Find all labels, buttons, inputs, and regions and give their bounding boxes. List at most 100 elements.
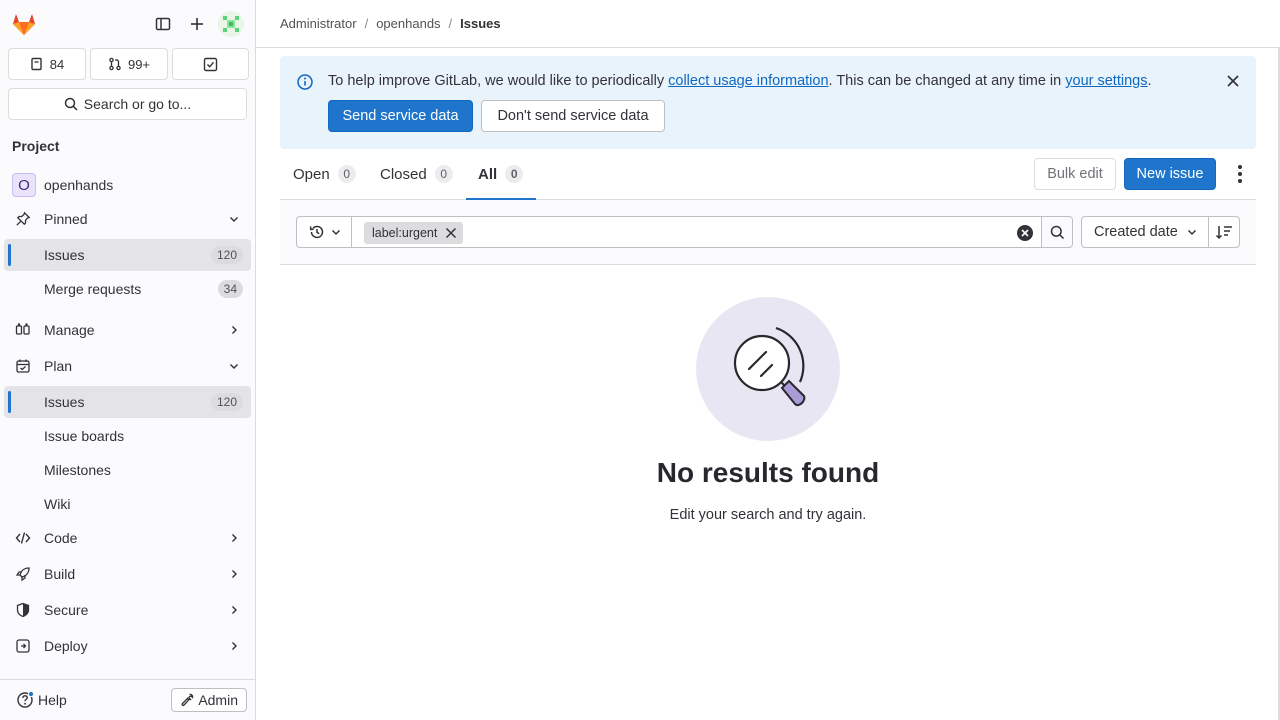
assigned-issues-counter[interactable]: 84 — [8, 48, 86, 80]
sidebar-section-build[interactable]: Build — [4, 558, 251, 590]
sidebar-item-plan-issues[interactable]: Issues 120 — [4, 386, 251, 418]
tab-count: 0 — [337, 165, 356, 183]
code-label: Code — [44, 530, 78, 546]
sidebar-item-pinned-issues[interactable]: Issues 120 — [4, 239, 251, 271]
collect-usage-information-link[interactable]: collect usage information — [668, 73, 828, 89]
send-service-data-button[interactable]: Send service data — [328, 100, 473, 132]
project-name: openhands — [44, 177, 114, 193]
chevron-right-icon — [227, 567, 241, 581]
close-icon[interactable] — [1226, 74, 1240, 91]
todo-icon — [203, 57, 218, 71]
sort-select[interactable]: Created date — [1081, 216, 1209, 248]
sidebar-item-label: Issues — [44, 394, 85, 410]
new-issue-button[interactable]: New issue — [1124, 158, 1216, 190]
calendar-icon — [14, 357, 32, 375]
sidebar-section-deploy[interactable]: Deploy — [4, 630, 251, 662]
top-bar: Administrator / openhands / Issues — [256, 0, 1280, 48]
remove-token-icon[interactable] — [445, 227, 457, 239]
chevron-right-icon — [227, 531, 241, 545]
search-icon — [1050, 225, 1064, 239]
breadcrumb-item[interactable]: Administrator — [280, 16, 357, 31]
users-icon — [14, 321, 32, 339]
more-actions-icon[interactable] — [1232, 163, 1248, 185]
sort-direction-button[interactable] — [1208, 216, 1240, 248]
user-avatar[interactable] — [218, 11, 244, 37]
filtered-search-input[interactable]: label:urgent — [351, 216, 1042, 248]
sidebar-header — [0, 0, 255, 48]
issues-count-badge: 120 — [210, 246, 243, 264]
sidebar-section-code[interactable]: Code — [4, 522, 251, 554]
sidebar-item-label: Wiki — [44, 496, 71, 512]
alert-text: To help improve GitLab, we would like to… — [328, 73, 669, 89]
secure-label: Secure — [44, 602, 89, 618]
alert-text: . This can be changed at any time in — [828, 73, 1066, 89]
sidebar-section-pinned[interactable]: Pinned — [4, 203, 251, 235]
help-button[interactable]: Help — [16, 691, 67, 709]
sidebar-item-wiki[interactable]: Wiki — [4, 488, 251, 520]
empty-state-title: No results found — [656, 457, 880, 488]
dont-send-service-data-button[interactable]: Don't send service data — [481, 100, 665, 132]
sidebar-item-project[interactable]: O openhands — [4, 169, 251, 201]
merge-requests-counter[interactable]: 99+ — [90, 48, 168, 80]
search-icon — [64, 97, 78, 111]
filter-token-label: label:urgent — [372, 226, 438, 240]
sidebar-item-milestones[interactable]: Milestones — [4, 454, 251, 486]
sidebar-section-secure[interactable]: Secure — [4, 594, 251, 626]
deploy-icon — [14, 637, 32, 655]
sidebar-toggle-icon[interactable] — [151, 12, 175, 36]
pin-icon — [14, 210, 32, 228]
sidebar-section-plan[interactable]: Plan — [4, 350, 251, 382]
sidebar-counters: 84 99+ — [8, 48, 249, 80]
help-label: Help — [38, 692, 67, 708]
breadcrumb-separator: / — [448, 16, 453, 31]
sidebar-section-manage[interactable]: Manage — [4, 314, 251, 346]
create-new-icon[interactable] — [185, 12, 209, 36]
history-icon — [309, 225, 323, 239]
sidebar: 84 99+ Search or go to... Project O open… — [0, 0, 256, 720]
tab-closed[interactable]: Closed 0 — [380, 149, 453, 199]
issues-count-badge: 120 — [210, 393, 243, 411]
search-or-go-to-button[interactable]: Search or go to... — [8, 88, 247, 120]
chevron-right-icon — [227, 639, 241, 653]
tab-label: Closed — [380, 165, 427, 183]
rocket-icon — [14, 565, 32, 583]
shield-icon — [14, 601, 32, 619]
clear-search-icon[interactable] — [1016, 224, 1034, 245]
todos-counter[interactable] — [172, 48, 249, 80]
help-icon — [17, 691, 34, 708]
chevron-down-icon — [227, 359, 241, 373]
sidebar-item-label: Issue boards — [44, 428, 125, 444]
filter-token[interactable]: label:urgent — [364, 222, 464, 244]
info-icon — [296, 73, 314, 94]
bulk-edit-button[interactable]: Bulk edit — [1034, 158, 1116, 190]
usage-data-alert: To help improve GitLab, we would like to… — [280, 56, 1256, 149]
sidebar-item-pinned-merge-requests[interactable]: Merge requests 34 — [4, 273, 251, 305]
gitlab-logo-icon[interactable] — [10, 10, 38, 38]
empty-state-description: Edit your search and try again. — [669, 507, 867, 523]
search-submit-button[interactable] — [1041, 216, 1073, 248]
breadcrumb-item[interactable]: openhands — [376, 16, 440, 31]
pinned-label: Pinned — [44, 211, 88, 227]
your-settings-link[interactable]: your settings — [1065, 73, 1147, 89]
sort-lowest-icon — [1215, 226, 1232, 240]
deploy-label: Deploy — [44, 638, 88, 654]
alert-message: To help improve GitLab, we would like to… — [328, 73, 1152, 89]
merge-requests-count: 99+ — [127, 56, 151, 72]
chevron-down-icon — [1187, 229, 1197, 236]
manage-label: Manage — [44, 322, 95, 338]
breadcrumb-current[interactable]: Issues — [460, 16, 500, 31]
merge-request-icon — [109, 57, 121, 71]
tab-open[interactable]: Open 0 — [293, 149, 356, 199]
alert-text: . — [1147, 73, 1152, 89]
sort-label: Created date — [1094, 224, 1178, 240]
wrench-icon — [181, 693, 194, 707]
sidebar-footer: Help Admin — [0, 679, 255, 720]
tab-all[interactable]: All 0 — [465, 149, 537, 200]
admin-button[interactable]: Admin — [171, 688, 247, 712]
filter-bar: label:urgent Created date — [280, 200, 1256, 265]
issues-icon — [31, 57, 42, 71]
sidebar-item-issue-boards[interactable]: Issue boards — [4, 420, 251, 452]
recent-searches-button[interactable] — [296, 216, 352, 248]
chevron-down-icon — [331, 229, 340, 236]
chevron-right-icon — [227, 323, 241, 337]
